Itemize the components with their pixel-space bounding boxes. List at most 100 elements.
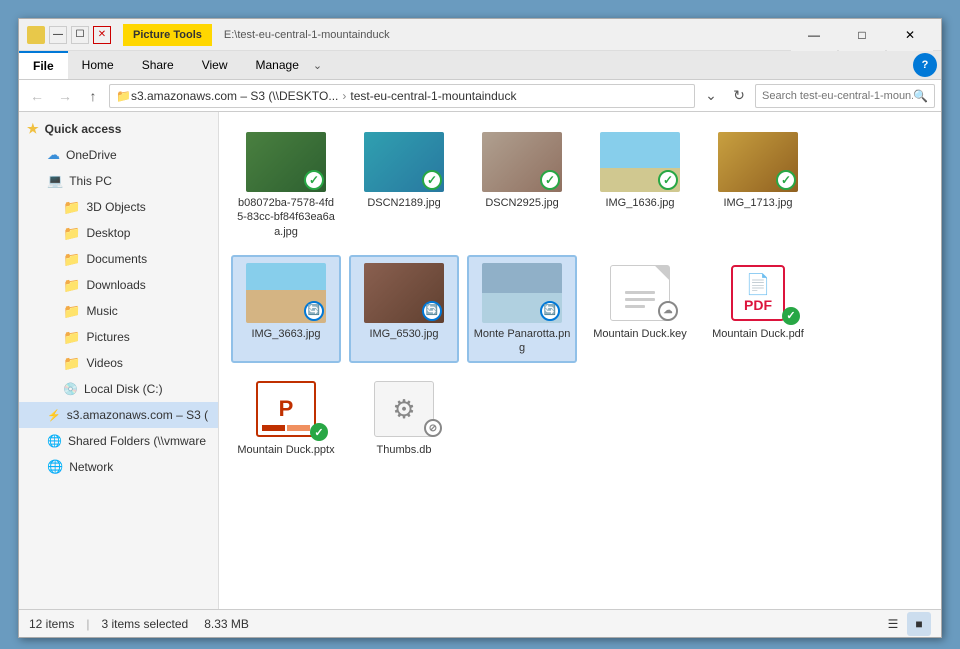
file-name: IMG_1713.jpg (723, 196, 792, 210)
sidebar-label-shared: Shared Folders (\\vmware (68, 434, 206, 448)
address-path[interactable]: 📁 s3.amazonaws.com – S3 (\\DESKTО... › t… (109, 84, 695, 108)
titlebar-path: E:\test-eu-central-1-mountainduck (224, 29, 791, 41)
file-item[interactable]: ✓ DSCN2189.jpg (349, 124, 459, 247)
sidebar-item-3d-objects[interactable]: 📁 3D Objects (19, 194, 218, 220)
file-name: IMG_3663.jpg (251, 327, 320, 341)
sidebar-item-local-disk[interactable]: 💿 Local Disk (C:) (19, 376, 218, 402)
file-item[interactable]: ☁ Mountain Duck.key (585, 255, 695, 364)
file-name: IMG_1636.jpg (605, 196, 674, 210)
folder-icon: 📁 (63, 329, 80, 346)
minimize-button[interactable]: — (791, 19, 837, 51)
dropdown-button[interactable]: ⌄ (699, 84, 723, 108)
tb-close[interactable]: ✕ (93, 26, 111, 44)
ribbon: File Home Share View Manage ⌄ ? (19, 51, 941, 80)
back-button[interactable]: ← (25, 84, 49, 108)
titlebar: — ☐ ✕ Picture Tools E:\test-eu-central-1… (19, 19, 941, 51)
sidebar-item-s3[interactable]: ⚡ s3.amazonaws.com – S3 ( (19, 402, 218, 428)
main-area: ★ Quick access ☁ OneDrive 💻 This PC 📁 3D… (19, 112, 941, 609)
ribbon-expand-icon[interactable]: ⌄ (313, 59, 322, 72)
file-item[interactable]: 🔄 IMG_6530.jpg (349, 255, 459, 364)
cloud-icon: ☁ (47, 147, 60, 163)
sidebar-item-network[interactable]: 🌐 Network (19, 454, 218, 480)
sidebar-item-documents[interactable]: 📁 Documents (19, 246, 218, 272)
titlebar-controls: — □ ✕ (791, 19, 933, 51)
file-thumbnail: ☁ (600, 263, 680, 323)
file-name: DSCN2925.jpg (485, 196, 558, 210)
file-name: Mountain Duck.key (593, 327, 687, 341)
file-item[interactable]: ✓ b08072ba-7578-4fd5-83cc-bf84f63ea6aa.j… (231, 124, 341, 247)
sidebar-label-network: Network (69, 460, 113, 474)
address-folder-icon: 📁 (116, 89, 131, 103)
file-item[interactable]: 🔄 IMG_3663.jpg (231, 255, 341, 364)
file-thumbnail: 🔄 (364, 263, 444, 323)
sidebar-label-this-pc: This PC (69, 174, 112, 188)
titlebar-left: — ☐ ✕ Picture Tools E:\test-eu-central-1… (27, 24, 791, 46)
tb-minimize[interactable]: — (49, 26, 67, 44)
address-s3: s3.amazonaws.com – S3 (\\DESKTО... (131, 89, 338, 103)
share-icon: 🌐 (47, 434, 62, 448)
sidebar-item-downloads[interactable]: 📁 Downloads (19, 272, 218, 298)
file-thumbnail: ⚙ ⊘ (364, 379, 444, 439)
search-box[interactable]: 🔍 (755, 84, 935, 108)
file-thumbnail: P ✓ (246, 379, 326, 439)
status-badge: ✓ (422, 170, 442, 190)
large-icons-view-button[interactable]: ■ (907, 612, 931, 636)
tab-view[interactable]: View (188, 51, 242, 79)
folder-icon: 📁 (63, 225, 80, 242)
sidebar-item-shared[interactable]: 🌐 Shared Folders (\\vmware (19, 428, 218, 454)
file-thumbnail: 📄 PDF ✓ (718, 263, 798, 323)
up-button[interactable]: ↑ (81, 84, 105, 108)
maximize-button[interactable]: □ (839, 19, 885, 51)
file-name: DSCN2189.jpg (367, 196, 440, 210)
sidebar: ★ Quick access ☁ OneDrive 💻 This PC 📁 3D… (19, 112, 219, 609)
sidebar-label-videos: Videos (86, 356, 122, 370)
tab-manage[interactable]: Manage (242, 51, 313, 79)
tb-restore[interactable]: ☐ (71, 26, 89, 44)
address-arrow: › (342, 89, 346, 103)
file-thumbnail: ✓ (600, 132, 680, 192)
close-button[interactable]: ✕ (887, 19, 933, 51)
file-item[interactable]: ✓ IMG_1713.jpg (703, 124, 813, 247)
status-badge: ✓ (658, 170, 678, 190)
file-thumbnail: ✓ (718, 132, 798, 192)
sidebar-item-desktop[interactable]: 📁 Desktop (19, 220, 218, 246)
file-name: Monte Panarotta.png (473, 327, 571, 356)
network-icon: 🌐 (47, 459, 63, 475)
tab-file[interactable]: File (19, 51, 68, 79)
tab-home[interactable]: Home (68, 51, 128, 79)
star-icon: ★ (27, 121, 39, 137)
tab-share[interactable]: Share (128, 51, 188, 79)
forward-button[interactable]: → (53, 84, 77, 108)
file-item[interactable]: 📄 PDF ✓ Mountain Duck.pdf (703, 255, 813, 364)
file-item[interactable]: P ✓ Mountain Duck.pptx (231, 371, 341, 465)
picture-tools-badge: Picture Tools (123, 24, 212, 46)
sidebar-item-music[interactable]: 📁 Music (19, 298, 218, 324)
sidebar-item-this-pc[interactable]: 💻 This PC (19, 168, 218, 194)
sidebar-item-onedrive[interactable]: ☁ OneDrive (19, 142, 218, 168)
addressbar: ← → ↑ 📁 s3.amazonaws.com – S3 (\\DESKTО.… (19, 80, 941, 112)
sidebar-label-documents: Documents (86, 252, 147, 266)
sidebar-label-local-disk: Local Disk (C:) (84, 382, 163, 396)
details-view-button[interactable]: ☰ (881, 612, 905, 636)
file-item[interactable]: ⚙ ⊘ Thumbs.db (349, 371, 459, 465)
file-name: b08072ba-7578-4fd5-83cc-bf84f63ea6aa.jpg (237, 196, 335, 239)
sidebar-item-videos[interactable]: 📁 Videos (19, 350, 218, 376)
file-item[interactable]: 🔄 Monte Panarotta.png (467, 255, 577, 364)
sidebar-label-downloads: Downloads (86, 278, 145, 292)
sidebar-label-3d: 3D Objects (86, 200, 145, 214)
address-bucket: test-eu-central-1-mountainduck (350, 89, 516, 103)
file-item[interactable]: ✓ DSCN2925.jpg (467, 124, 577, 247)
sidebar-item-quick-access[interactable]: ★ Quick access (19, 116, 218, 142)
status-badge: ✓ (540, 170, 560, 190)
search-icon: 🔍 (913, 89, 928, 103)
status-badge: 🔄 (304, 301, 324, 321)
sidebar-item-pictures[interactable]: 📁 Pictures (19, 324, 218, 350)
file-thumbnail: 🔄 (482, 263, 562, 323)
file-item[interactable]: ✓ IMG_1636.jpg (585, 124, 695, 247)
search-input[interactable] (762, 90, 913, 102)
refresh-button[interactable]: ↻ (727, 84, 751, 108)
folder-icon: 📁 (63, 199, 80, 216)
help-button[interactable]: ? (913, 53, 937, 77)
explorer-window: — ☐ ✕ Picture Tools E:\test-eu-central-1… (18, 18, 942, 638)
pc-icon: 💻 (47, 173, 63, 189)
